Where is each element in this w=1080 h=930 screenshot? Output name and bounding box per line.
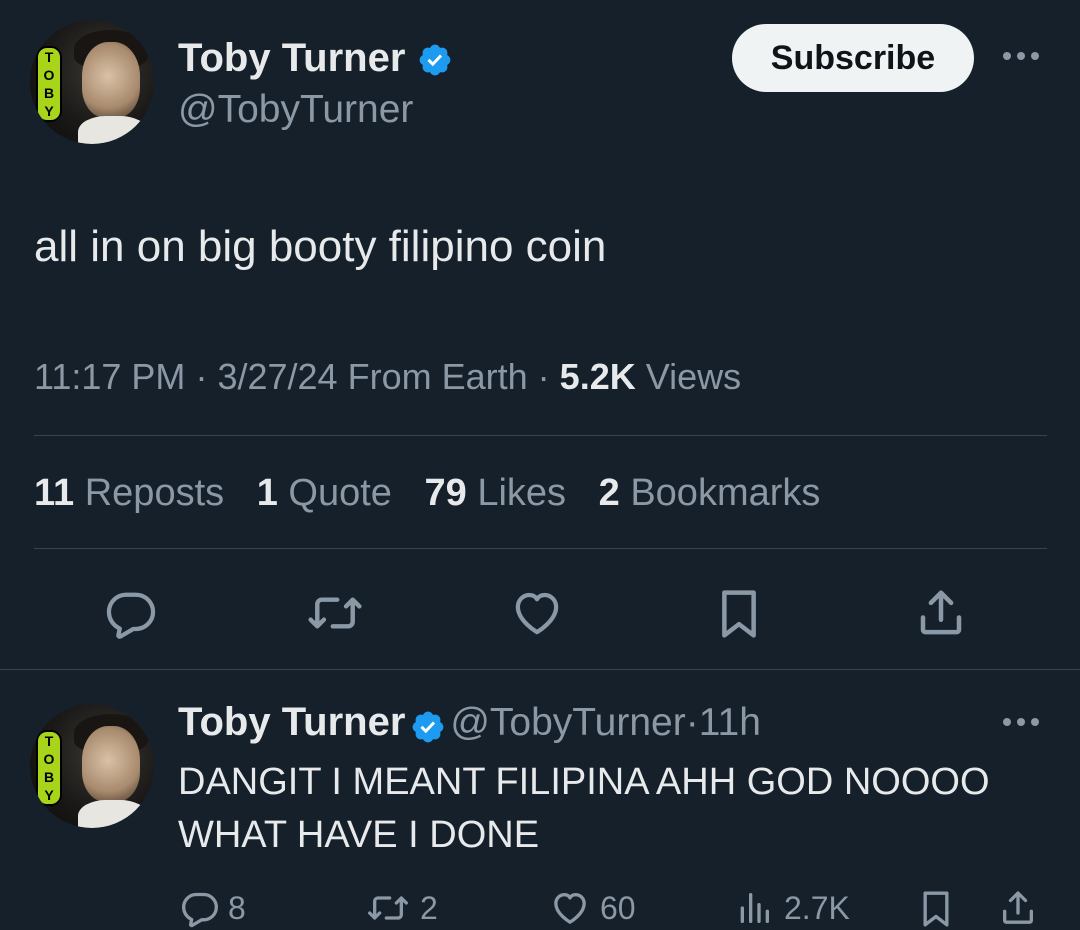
avatar-face [82,42,140,118]
quotes-label: Quote [288,472,392,514]
reply-action[interactable]: 8 [180,888,246,928]
tweet-time[interactable]: 11:17 PM [34,356,185,397]
like-count: 60 [600,889,636,926]
views-label: Views [645,356,742,397]
likes-count: 79 [424,472,467,514]
verified-badge-icon [417,42,453,78]
avatar-badge: T O B Y [36,730,62,806]
tweet-meta: 11:17 PM · 3/27/24 From Earth · 5.2K Vie… [34,356,741,398]
divider [34,548,1047,549]
meta-separator: · [685,701,699,744]
tweet-date[interactable]: 3/27/24 [217,356,337,397]
reply-header: Toby Turner @TobyTurner·11h [178,700,761,745]
bookmark-icon[interactable] [712,586,766,642]
heart-icon[interactable] [510,586,564,640]
subscribe-button[interactable]: Subscribe [732,24,974,92]
avatar-face [82,726,140,802]
reply-author-handle[interactable]: @TobyTurner [450,701,685,744]
quotes-stat[interactable]: 1 Quote [257,472,392,514]
repost-count: 2 [420,889,438,926]
repost-icon[interactable] [304,586,366,640]
views-icon [732,888,776,928]
divider [0,669,1080,670]
views-count: 5.2K [559,356,636,397]
meta-separator: · [195,356,208,397]
heart-icon [548,888,592,928]
author-avatar[interactable]: T O B Y [30,20,154,144]
reply-author-name[interactable]: Toby Turner [178,700,405,744]
bookmarks-count: 2 [598,472,620,514]
tweet-location: From Earth [347,356,528,397]
quotes-count: 1 [256,472,278,514]
reposts-count: 11 [34,472,75,514]
avatar-badge-letter: Y [44,103,54,119]
avatar-shirt [78,116,148,144]
reply-icon[interactable] [104,586,158,640]
avatar-badge-letter: O [43,751,55,767]
likes-stat[interactable]: 79 Likes [425,472,567,514]
reply-count: 8 [228,889,246,926]
views-action[interactable]: 2.7K [732,888,850,928]
author-name[interactable]: Toby Turner [178,36,405,80]
avatar-shirt [78,800,148,828]
more-icon[interactable] [1000,48,1042,64]
avatar-badge-letter: Y [44,787,54,803]
avatar-badge-letter: B [43,769,55,785]
likes-label: Likes [477,472,567,514]
avatar-badge-letter: T [44,733,54,749]
more-icon[interactable] [1000,714,1042,730]
bookmark-icon[interactable] [916,888,956,930]
verified-badge-icon [410,709,446,745]
author-name-row[interactable]: Toby Turner [178,36,453,81]
like-action[interactable]: 60 [548,888,636,928]
avatar-badge-letter: B [43,85,55,101]
meta-separator: · [537,356,550,397]
reply-icon [180,888,220,928]
reply-age[interactable]: 11h [699,701,761,744]
bookmarks-label: Bookmarks [630,472,821,514]
avatar-badge: T O B Y [36,46,62,122]
tweet-text: all in on big booty filipino coin [34,222,607,271]
avatar-badge-letter: O [43,67,55,83]
avatar-badge-letter: T [44,49,54,65]
share-icon[interactable] [914,586,968,640]
share-icon[interactable] [998,888,1038,928]
reply-author-avatar[interactable]: T O B Y [30,704,154,828]
views-count: 2.7K [784,889,850,926]
repost-icon [364,888,412,928]
tweet-stats: 11 Reposts 1 Quote 79 Likes 2 Bookmarks [34,472,842,515]
divider [34,435,1047,436]
reply-text: DANGIT I MEANT FILIPINA AHH GOD NOOOO WH… [178,761,990,856]
repost-action[interactable]: 2 [364,888,438,928]
reposts-label: Reposts [84,472,225,514]
author-handle[interactable]: @TobyTurner [178,88,413,132]
reposts-stat[interactable]: 11 Reposts [34,472,224,514]
bookmarks-stat[interactable]: 2 Bookmarks [599,472,821,514]
